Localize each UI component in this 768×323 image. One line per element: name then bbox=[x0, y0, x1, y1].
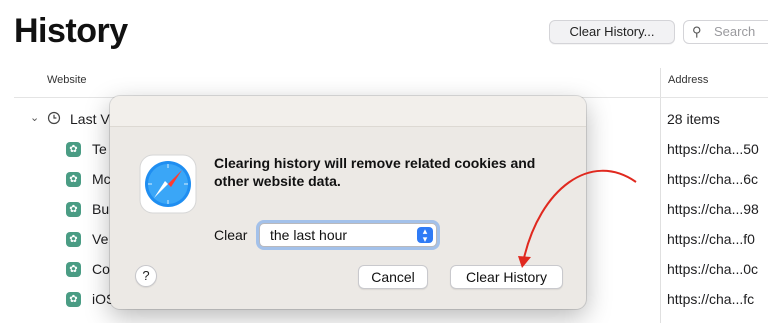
help-button[interactable]: ? bbox=[135, 265, 157, 287]
page-title: History bbox=[14, 12, 128, 50]
dialog-message: Clearing history will remove related coo… bbox=[214, 155, 536, 189]
site-address: https://cha...6c bbox=[667, 171, 759, 187]
chatgpt-site-icon: ✿ bbox=[66, 292, 81, 307]
chatgpt-site-icon: ✿ bbox=[66, 142, 81, 157]
search-icon: ⚲ bbox=[692, 24, 702, 39]
chatgpt-site-icon: ✿ bbox=[66, 232, 81, 247]
cancel-button[interactable]: Cancel bbox=[358, 265, 428, 289]
site-title: Bu bbox=[92, 201, 110, 217]
safari-compass-icon bbox=[139, 154, 197, 214]
chevron-updown-icon: ▴ ▾ bbox=[417, 227, 433, 244]
search-placeholder: Search bbox=[714, 24, 756, 39]
clear-period-select[interactable]: the last hour ▴ ▾ bbox=[259, 223, 437, 247]
clear-period-label: Clear bbox=[214, 227, 248, 243]
clear-period-value: the last hour bbox=[270, 227, 348, 243]
site-title: Te bbox=[92, 141, 107, 157]
column-header-website[interactable]: Website bbox=[47, 74, 87, 86]
site-address: https://cha...f0 bbox=[667, 231, 755, 247]
dialog-titlebar-divider bbox=[110, 126, 586, 127]
clear-history-dialog: Clearing history will remove related coo… bbox=[110, 96, 586, 309]
clear-history-toolbar-button[interactable]: Clear History... bbox=[549, 20, 675, 44]
site-address: https://cha...fc bbox=[667, 291, 755, 307]
chevron-down-icon[interactable]: ⌄ bbox=[30, 111, 39, 124]
site-address: https://cha...98 bbox=[667, 201, 759, 217]
dialog-titlebar bbox=[110, 96, 586, 126]
search-field[interactable]: ⚲ Search bbox=[683, 20, 768, 44]
group-label: Last V bbox=[70, 111, 110, 127]
site-address: https://cha...50 bbox=[667, 141, 759, 157]
clear-history-button[interactable]: Clear History bbox=[450, 265, 563, 289]
group-count: 28 items bbox=[667, 111, 720, 127]
chatgpt-site-icon: ✿ bbox=[66, 202, 81, 217]
site-address: https://cha...0c bbox=[667, 261, 759, 277]
chatgpt-site-icon: ✿ bbox=[66, 262, 81, 277]
site-title: Mc bbox=[92, 171, 111, 187]
column-header-address[interactable]: Address bbox=[668, 74, 708, 86]
site-title: Ve bbox=[92, 231, 109, 247]
chatgpt-site-icon: ✿ bbox=[66, 172, 81, 187]
site-title: Co bbox=[92, 261, 110, 277]
clock-icon bbox=[47, 111, 61, 125]
